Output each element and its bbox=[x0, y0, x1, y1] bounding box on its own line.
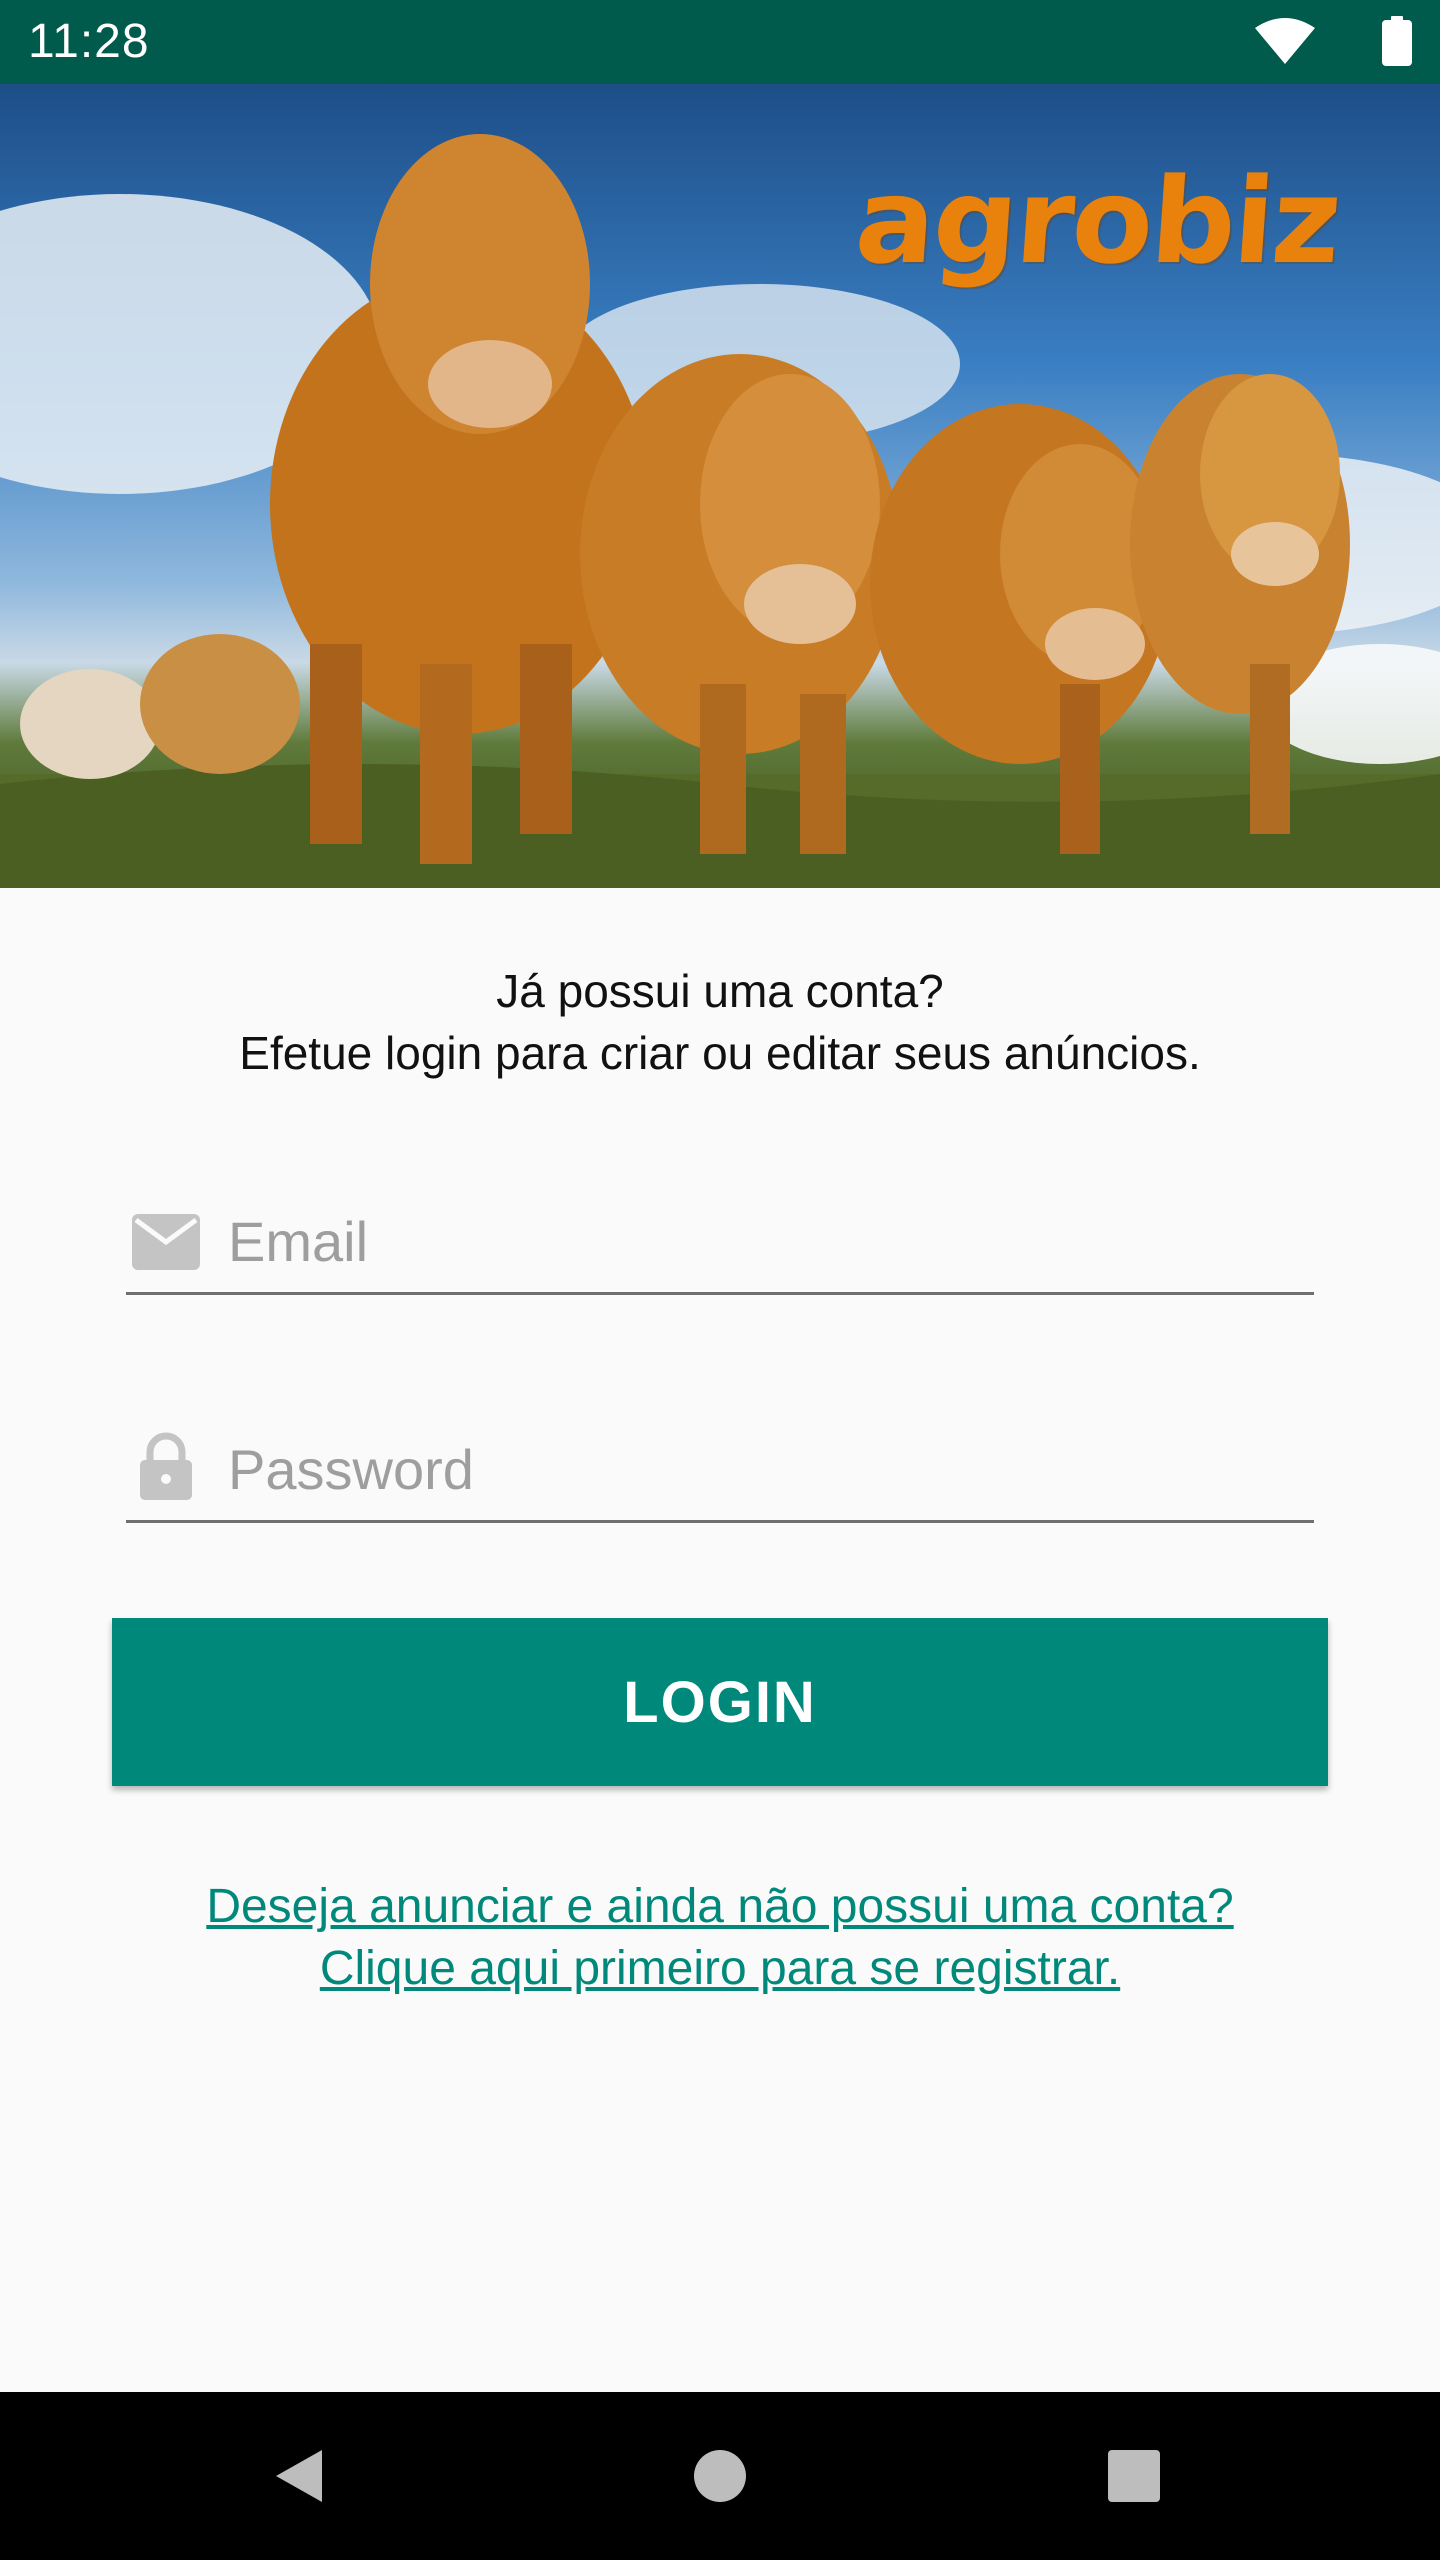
email-field[interactable] bbox=[126, 1182, 1314, 1295]
wifi-icon bbox=[1255, 18, 1315, 64]
mail-icon bbox=[132, 1214, 200, 1270]
hero-banner: agrobiz bbox=[0, 84, 1440, 888]
intro-text: Já possui uma conta? Efetue login para c… bbox=[0, 960, 1440, 1084]
battery-icon bbox=[1382, 16, 1412, 66]
navigation-bar bbox=[0, 2392, 1440, 2560]
lock-icon bbox=[140, 1432, 192, 1500]
register-link-line2[interactable]: Clique aqui primeiro para se registrar. bbox=[0, 1938, 1440, 2000]
password-input[interactable] bbox=[228, 1432, 1308, 1506]
intro-title: Já possui uma conta? bbox=[496, 965, 944, 1017]
status-time: 11:28 bbox=[28, 15, 150, 68]
register-link-line1[interactable]: Deseja anunciar e ainda não possui uma c… bbox=[0, 1876, 1440, 1938]
register-link[interactable]: Deseja anunciar e ainda não possui uma c… bbox=[0, 1876, 1440, 2000]
recents-icon[interactable] bbox=[1094, 2436, 1174, 2516]
home-icon[interactable] bbox=[680, 2436, 760, 2516]
password-field[interactable] bbox=[126, 1410, 1314, 1523]
intro-subtitle: Efetue login para criar ou editar seus a… bbox=[239, 1027, 1201, 1079]
brand-logo: agrobiz bbox=[851, 152, 1344, 290]
status-bar: 11:28 bbox=[0, 0, 1440, 84]
login-screen: 11:28 agrobiz Já possui uma conta? Efetu… bbox=[0, 0, 1440, 2560]
back-icon[interactable] bbox=[262, 2436, 342, 2516]
email-input[interactable] bbox=[228, 1204, 1308, 1278]
login-button[interactable]: LOGIN bbox=[112, 1618, 1328, 1786]
